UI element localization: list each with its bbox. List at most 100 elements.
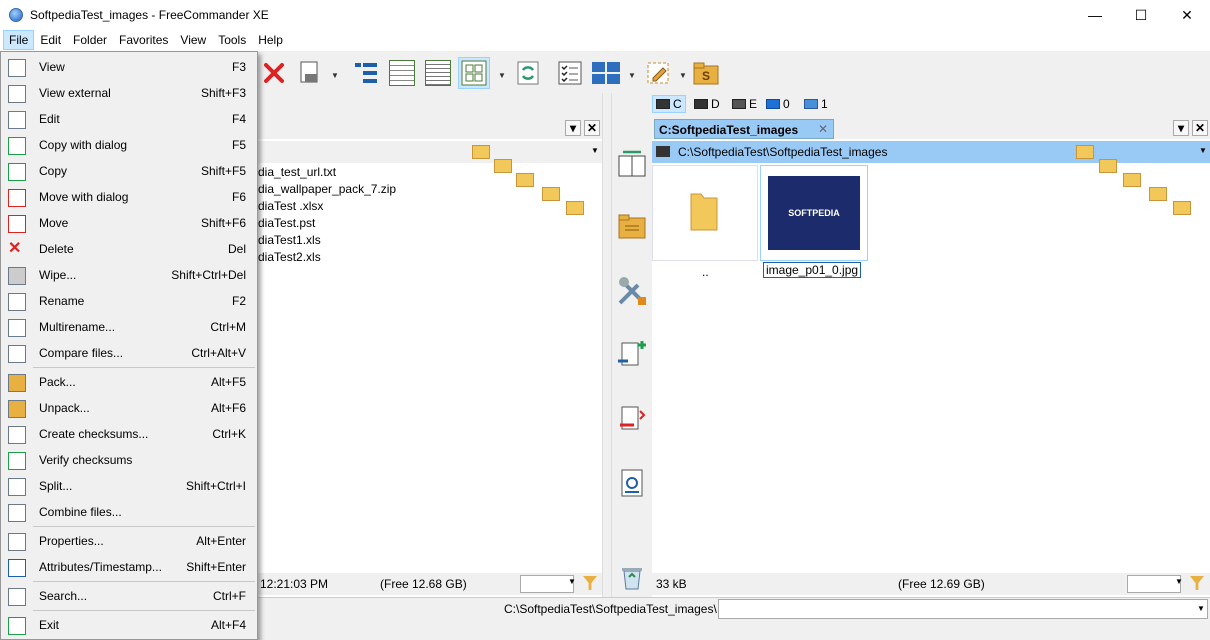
parent-folder-icon[interactable]: [1123, 173, 1141, 187]
menu-item-wipe[interactable]: Wipe... Shift+Ctrl+Del: [3, 262, 256, 288]
menu-item-multirename[interactable]: Multirename... Ctrl+M: [3, 314, 256, 340]
drive-c-button[interactable]: C: [652, 95, 686, 113]
left-path-dropdown-icon[interactable]: ▼: [591, 146, 599, 155]
favorites-folder-icon[interactable]: [1099, 159, 1117, 173]
list-item[interactable]: dia_wallpaper_pack_7.zip: [258, 182, 396, 199]
checklist-icon[interactable]: [554, 57, 586, 89]
settings-dropdown-icon[interactable]: ▼: [679, 71, 687, 80]
wipe-dropdown-icon[interactable]: ▼: [331, 71, 339, 80]
menu-file[interactable]: File: [3, 30, 35, 50]
root-folder-icon[interactable]: [542, 187, 560, 201]
close-button[interactable]: ✕: [1164, 0, 1210, 30]
menu-item-copy[interactable]: Copy Shift+F5: [3, 158, 256, 184]
menu-folder[interactable]: Folder: [67, 30, 113, 50]
menu-item-view-external[interactable]: View external Shift+F3: [3, 80, 256, 106]
menu-item-create-checksums[interactable]: Create checksums... Ctrl+K: [3, 421, 256, 447]
menu-view[interactable]: View: [174, 30, 212, 50]
details-view-icon[interactable]: [422, 57, 454, 89]
menu-item-exit[interactable]: Exit Alt+F4: [3, 612, 256, 638]
copy-with-dialog-icon[interactable]: [614, 337, 650, 373]
copy-path-folder-icon[interactable]: [1173, 201, 1191, 215]
command-dropdown-icon[interactable]: ▼: [1197, 604, 1205, 613]
folder-list-icon[interactable]: [614, 209, 650, 245]
thumbnail-image[interactable]: SOFTPEDIA: [760, 165, 868, 261]
drive-e-button[interactable]: E: [732, 95, 757, 113]
list-item[interactable]: diaTest .xlsx: [258, 199, 323, 216]
filter-icon[interactable]: [583, 576, 597, 590]
parent-folder-icon[interactable]: [516, 173, 534, 187]
list-item[interactable]: dia_test_url.txt: [258, 165, 336, 182]
drive-d-button[interactable]: D: [694, 95, 720, 113]
menu-favorites[interactable]: Favorites: [113, 30, 174, 50]
menu-item-unpack[interactable]: Unpack... Alt+F6: [3, 395, 256, 421]
menu-item-attributes-timestamp[interactable]: Attributes/Timestamp... Shift+Enter: [3, 554, 256, 580]
swap-panels-icon[interactable]: [614, 145, 650, 181]
thumbnail-parent[interactable]: [652, 165, 758, 261]
drive-1-button[interactable]: 1: [804, 95, 828, 113]
menu-item-view[interactable]: View F3: [3, 54, 256, 80]
menu-item-compare-files[interactable]: Compare files... Ctrl+Alt+V: [3, 340, 256, 366]
left-filter-combo[interactable]: [520, 575, 574, 593]
left-tab-close-icon[interactable]: ✕: [584, 120, 600, 136]
maximize-button[interactable]: ☐: [1118, 0, 1164, 30]
copy-path-folder-icon[interactable]: [566, 201, 584, 215]
menu-item-shortcut: Alt+Enter: [196, 534, 246, 548]
right-tab-menu-icon[interactable]: ▾: [1173, 120, 1189, 136]
tab-close-icon[interactable]: ✕: [818, 122, 828, 136]
menu-item-delete[interactable]: ✕ Delete Del: [3, 236, 256, 262]
minimize-button[interactable]: —: [1072, 0, 1118, 30]
filter-dropdown-icon[interactable]: ▼: [568, 577, 576, 586]
menu-item-properties[interactable]: Properties... Alt+Enter: [3, 528, 256, 554]
favorites-folder-icon[interactable]: [494, 159, 512, 173]
view-file-icon[interactable]: [614, 465, 650, 501]
list-item[interactable]: diaTest2.xls: [258, 250, 321, 267]
menu-item-shortcut: Shift+Ctrl+Del: [171, 268, 246, 282]
left-tab-menu-icon[interactable]: ▾: [565, 120, 581, 136]
tools-icon[interactable]: [614, 273, 650, 309]
right-path-bar[interactable]: C:\SoftpediaTest\SoftpediaTest_images ▼: [652, 141, 1210, 215]
edit-settings-icon[interactable]: [642, 57, 674, 89]
window-title: SoftpediaTest_images - FreeCommander XE: [30, 8, 269, 22]
menu-edit[interactable]: Edit: [34, 30, 67, 50]
delete-icon[interactable]: [258, 57, 290, 89]
menu-item-search[interactable]: Search... Ctrl+F: [3, 583, 256, 609]
view-dropdown-icon[interactable]: ▼: [498, 71, 506, 80]
menu-item-rename[interactable]: Rename F2: [3, 288, 256, 314]
layout-dropdown-icon[interactable]: ▼: [628, 71, 636, 80]
menu-item-edit[interactable]: Edit F4: [3, 106, 256, 132]
filter-icon[interactable]: [1190, 576, 1204, 590]
list-item[interactable]: diaTest1.xls: [258, 233, 321, 250]
menu-item-verify-checksums[interactable]: Verify checksums: [3, 447, 256, 473]
thumbnail-label[interactable]: image_p01_0.jpg: [763, 262, 862, 278]
wipe-icon[interactable]: [294, 57, 326, 89]
history-folder-icon[interactable]: [1076, 145, 1094, 159]
filter-dropdown-icon[interactable]: ▼: [1175, 577, 1183, 586]
root-folder-icon[interactable]: [1149, 187, 1167, 201]
sync-icon[interactable]: [512, 57, 544, 89]
menu-item-pack[interactable]: Pack... Alt+F5: [3, 369, 256, 395]
menu-item-split[interactable]: Split... Shift+Ctrl+I: [3, 473, 256, 499]
menu-item-combine-files[interactable]: Combine files...: [3, 499, 256, 525]
menu-item-move-with-dialog[interactable]: Move with dialog F6: [3, 184, 256, 210]
tab-softpediatest-images[interactable]: C:SoftpediaTest_images ✕: [654, 119, 834, 139]
command-line-input[interactable]: [718, 599, 1208, 619]
right-tab-close-icon[interactable]: ✕: [1192, 120, 1208, 136]
tree-view-icon[interactable]: [350, 57, 382, 89]
move-with-dialog-icon[interactable]: [614, 401, 650, 437]
menu-tools[interactable]: Tools: [212, 30, 252, 50]
right-path-dropdown-icon[interactable]: ▼: [1199, 146, 1207, 155]
layout-icon[interactable]: [590, 57, 622, 89]
menu-bar: File Edit Folder Favorites View Tools He…: [0, 30, 1210, 51]
list-item[interactable]: diaTest.pst: [258, 216, 315, 233]
menu-item-copy-with-dialog[interactable]: Copy with dialog F5: [3, 132, 256, 158]
menu-help[interactable]: Help: [252, 30, 289, 50]
softpedia-plugin-icon[interactable]: S: [690, 57, 722, 89]
recycle-bin-icon[interactable]: [614, 559, 650, 595]
thumbnail-view-icon[interactable]: [458, 57, 490, 89]
menu-item-move[interactable]: Move Shift+F6: [3, 210, 256, 236]
brief-view-icon[interactable]: [386, 57, 418, 89]
right-filter-combo[interactable]: [1127, 575, 1181, 593]
panel-splitter[interactable]: [602, 93, 612, 600]
drive-0-button[interactable]: 0: [766, 95, 790, 113]
history-folder-icon[interactable]: [472, 145, 490, 159]
